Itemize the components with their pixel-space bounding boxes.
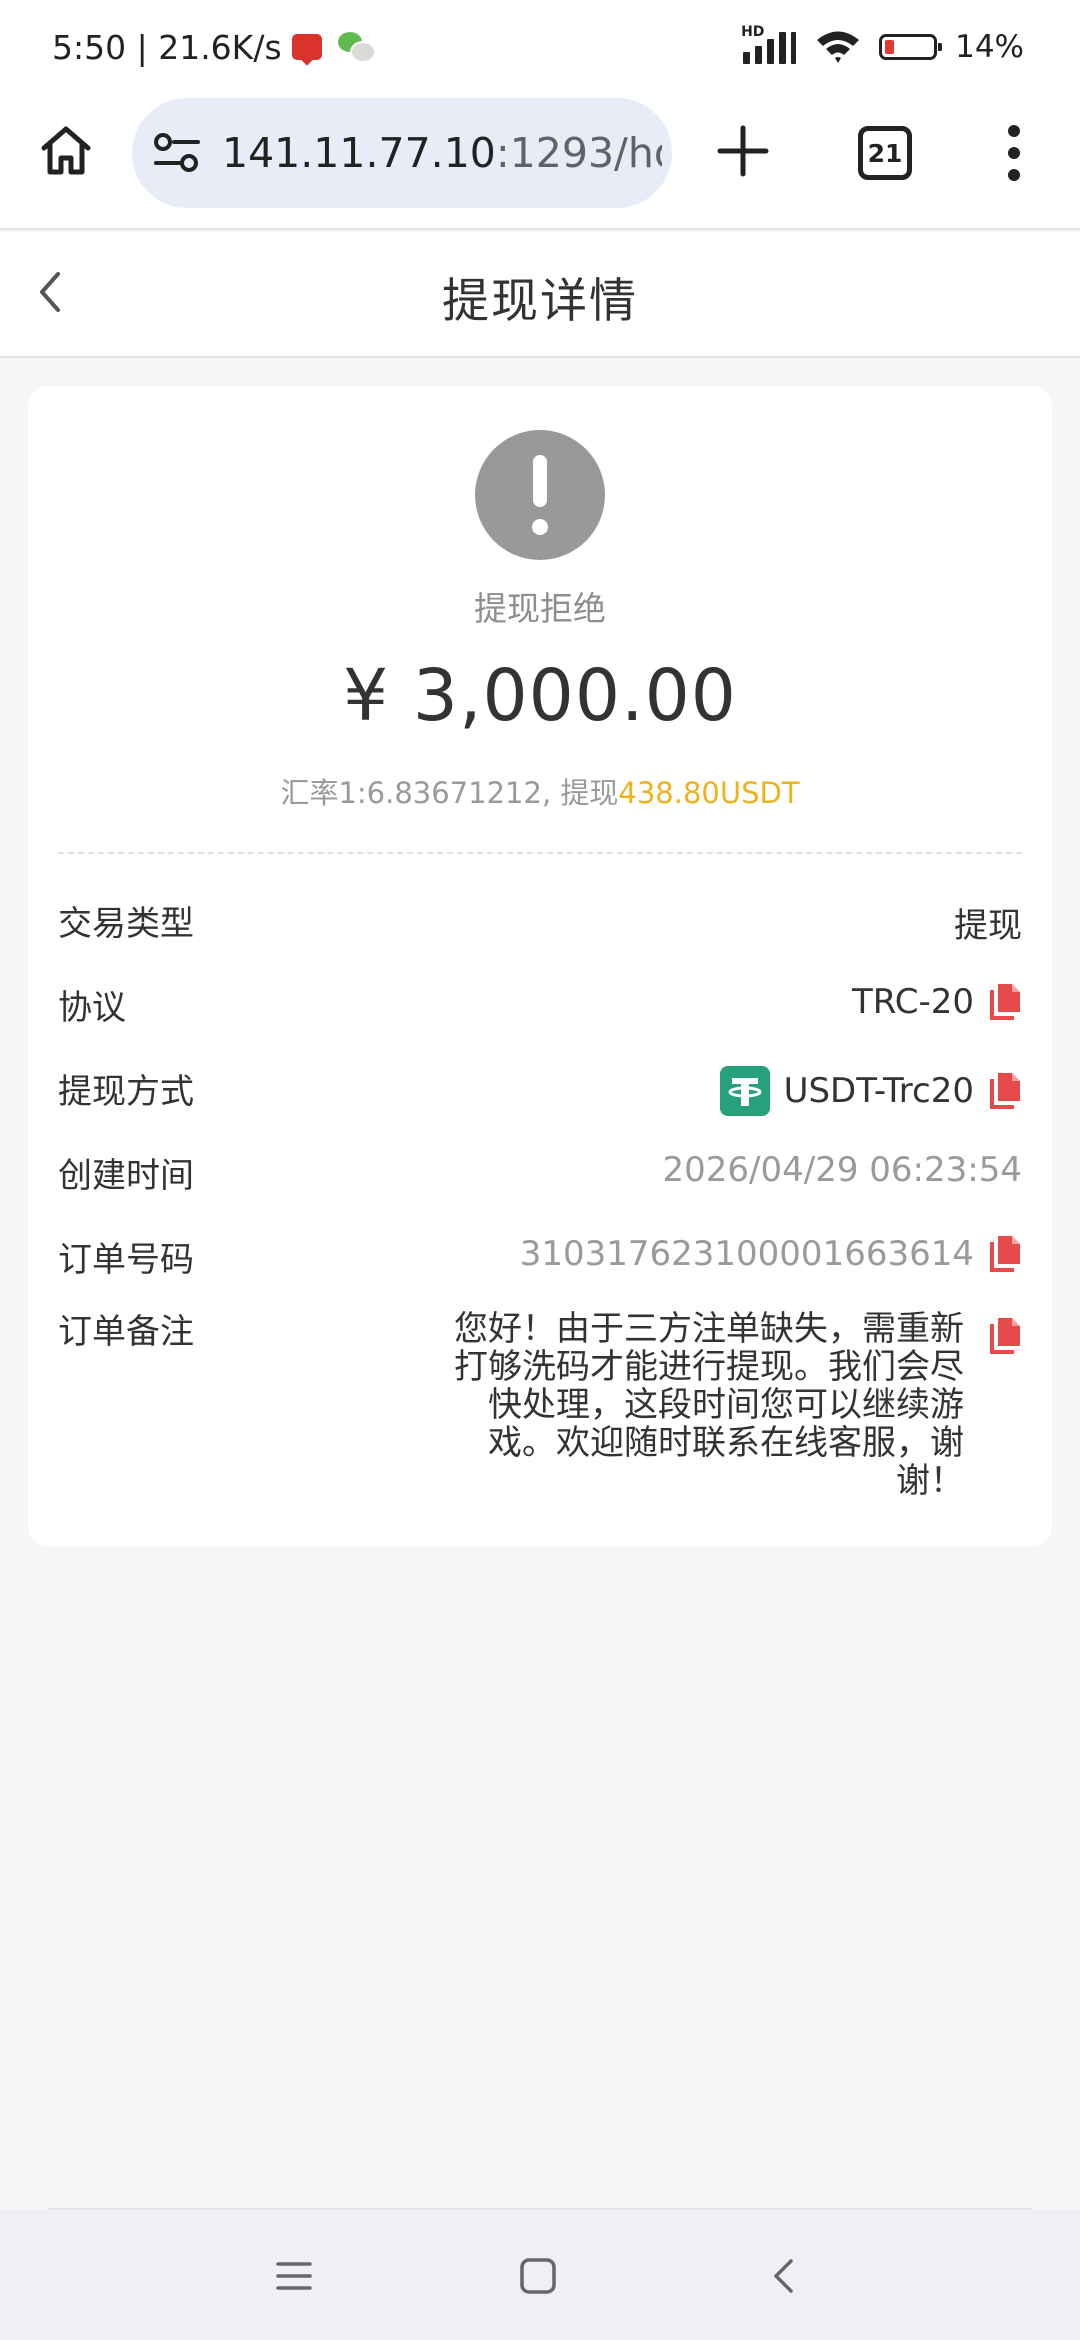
url-text[interactable]: 141.11.77.10:1293/hon: [222, 124, 662, 182]
order-number-value-group: 310317623100001663614: [520, 1234, 1022, 1274]
copy-icon[interactable]: [988, 1234, 1022, 1274]
copy-icon[interactable]: [988, 1071, 1022, 1111]
protocol-value: TRC-20: [852, 982, 974, 1022]
transaction-type-label: 交易类型: [58, 904, 194, 944]
exchange-rate-line: 汇率1:6.83671212, 提现438.80USDT: [28, 770, 1052, 812]
system-navigation-bar: [0, 2210, 1080, 2340]
address-bar[interactable]: 141.11.77.10:1293/hon: [132, 98, 672, 208]
url-path: :1293/hon: [495, 129, 662, 177]
recent-apps-icon[interactable]: [274, 2256, 314, 2296]
copy-icon[interactable]: [988, 1316, 1022, 1356]
page-title: 提现详情: [442, 274, 638, 329]
rate-text: 汇率1:6.83671212, 提现: [280, 776, 619, 810]
withdrawal-detail-card: 提现拒绝 ¥ 3,000.00 汇率1:6.83671212, 提现438.80…: [28, 386, 1052, 1546]
signal-hd-label: HD: [741, 24, 765, 40]
usdt-amount: 438.80USDT: [618, 776, 800, 810]
method-value: USDT-Trc20: [783, 1071, 974, 1111]
row-created-time: 创建时间 2026/04/29 06:23:54: [58, 1142, 1022, 1202]
created-time-label: 创建时间: [58, 1156, 194, 1196]
exclamation-icon: [475, 430, 605, 560]
status-time-speed: 5:50 | 21.6K/s: [52, 27, 282, 67]
status-label: 提现拒绝: [474, 589, 606, 628]
system-back-icon[interactable]: [764, 2256, 804, 2296]
home-icon[interactable]: [36, 120, 96, 180]
new-tab-plus-icon[interactable]: [716, 124, 770, 178]
cellular-signal-icon: HD: [741, 24, 797, 66]
method-value-group: USDT-Trc20: [719, 1066, 1022, 1116]
notification-app-icon: [291, 34, 322, 60]
status-left: 5:50 | 21.6K/s: [52, 24, 376, 70]
status-bar: 5:50 | 21.6K/s HD 14%: [0, 0, 1080, 94]
wifi-icon: [817, 31, 860, 63]
transaction-type-value: 提现: [954, 906, 1022, 946]
url-host: 141.11.77.10: [222, 129, 496, 177]
row-transaction-type: 交易类型 提现: [58, 890, 1022, 950]
page-header: 提现详情: [0, 232, 1080, 358]
status-right: HD 14%: [741, 22, 1024, 72]
browser-toolbar: 141.11.77.10:1293/hon 21: [0, 94, 1080, 230]
amount: ¥ 3,000.00: [343, 654, 737, 737]
method-label: 提现方式: [58, 1072, 194, 1112]
tether-usdt-icon: [719, 1066, 770, 1116]
row-withdraw-method: 提现方式 USDT-Trc20: [58, 1058, 1022, 1118]
created-time-value: 2026/04/29 06:23:54: [662, 1150, 1022, 1190]
protocol-label: 协议: [58, 988, 126, 1028]
home-square-icon[interactable]: [518, 2256, 558, 2296]
battery-icon: [879, 34, 943, 60]
protocol-value-group: TRC-20: [852, 982, 1022, 1022]
order-number-label: 订单号码: [58, 1240, 194, 1280]
tab-count: 21: [867, 138, 903, 168]
row-order-number: 订单号码 310317623100001663614: [58, 1226, 1022, 1286]
overflow-menu-icon[interactable]: [1004, 122, 1024, 184]
dashed-divider: [58, 852, 1022, 854]
site-settings-icon[interactable]: [154, 132, 200, 174]
row-order-remark: 订单备注 您好！由于三方注单缺失，需重新打够洗码才能进行提现。我们会尽快处理，这…: [58, 1310, 1022, 1510]
order-number-value: 310317623100001663614: [519, 1234, 974, 1274]
order-remark-value: 您好！由于三方注单缺失，需重新打够洗码才能进行提现。我们会尽快处理，这段时间您可…: [454, 1309, 964, 1501]
copy-icon[interactable]: [988, 982, 1022, 1022]
order-remark-label: 订单备注: [58, 1312, 194, 1352]
row-protocol: 协议 TRC-20: [58, 974, 1022, 1034]
tab-switcher-icon[interactable]: 21: [858, 126, 912, 180]
wechat-notification-icon: [337, 32, 376, 63]
battery-percent: 14%: [955, 29, 1024, 65]
